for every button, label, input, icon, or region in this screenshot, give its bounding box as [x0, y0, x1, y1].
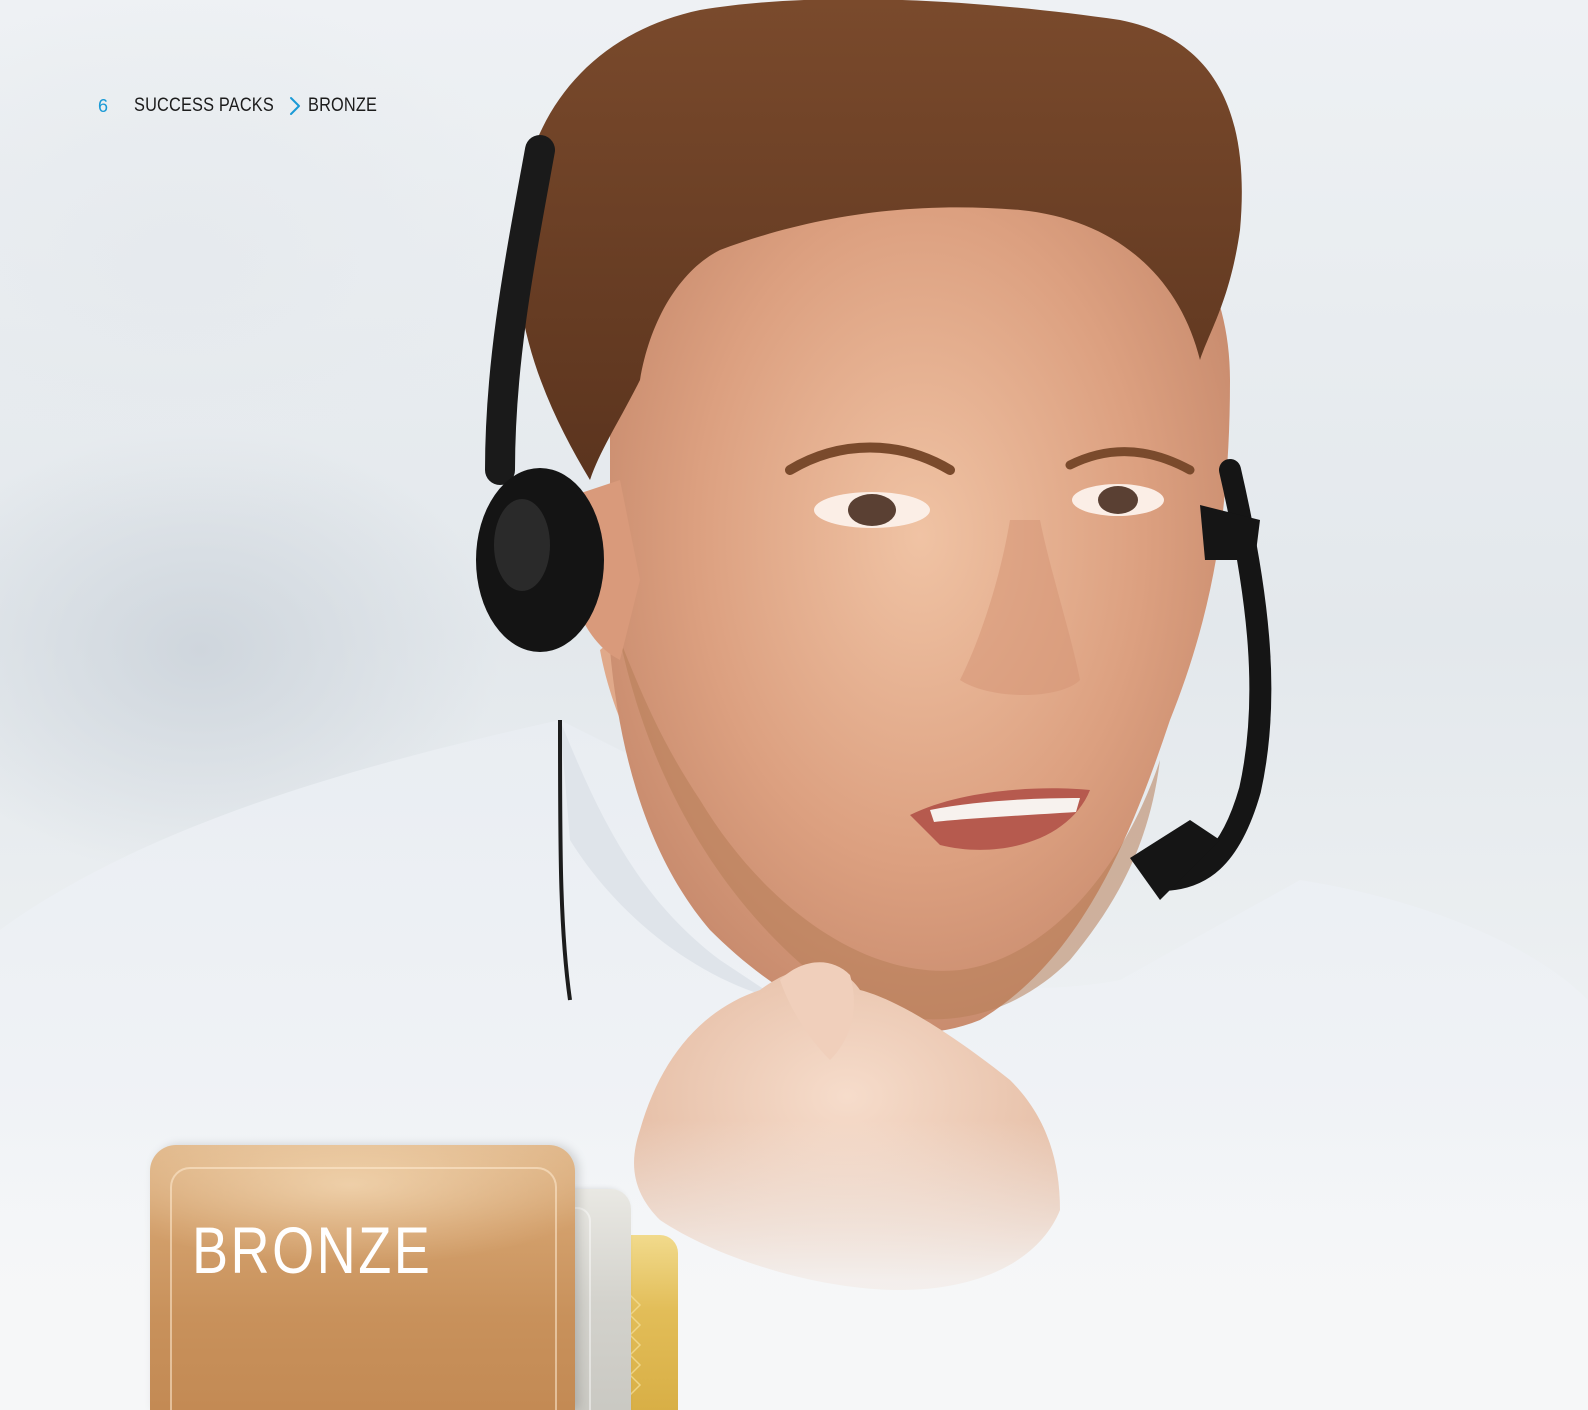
bronze-pack-card[interactable]: BRONZE	[150, 1145, 575, 1410]
breadcrumb-current: BRONZE	[308, 95, 378, 116]
page-number: 6	[98, 95, 109, 116]
success-pack-cards: BRONZE	[150, 1145, 690, 1410]
breadcrumb-section[interactable]: SUCCESS PACKS	[134, 95, 274, 117]
breadcrumb: 6 SUCCESS PACKS BRONZE	[98, 94, 389, 118]
bronze-card-title: BRONZE	[192, 1213, 433, 1287]
bronze-card-border	[170, 1167, 557, 1410]
chevron-right-icon	[284, 95, 306, 117]
